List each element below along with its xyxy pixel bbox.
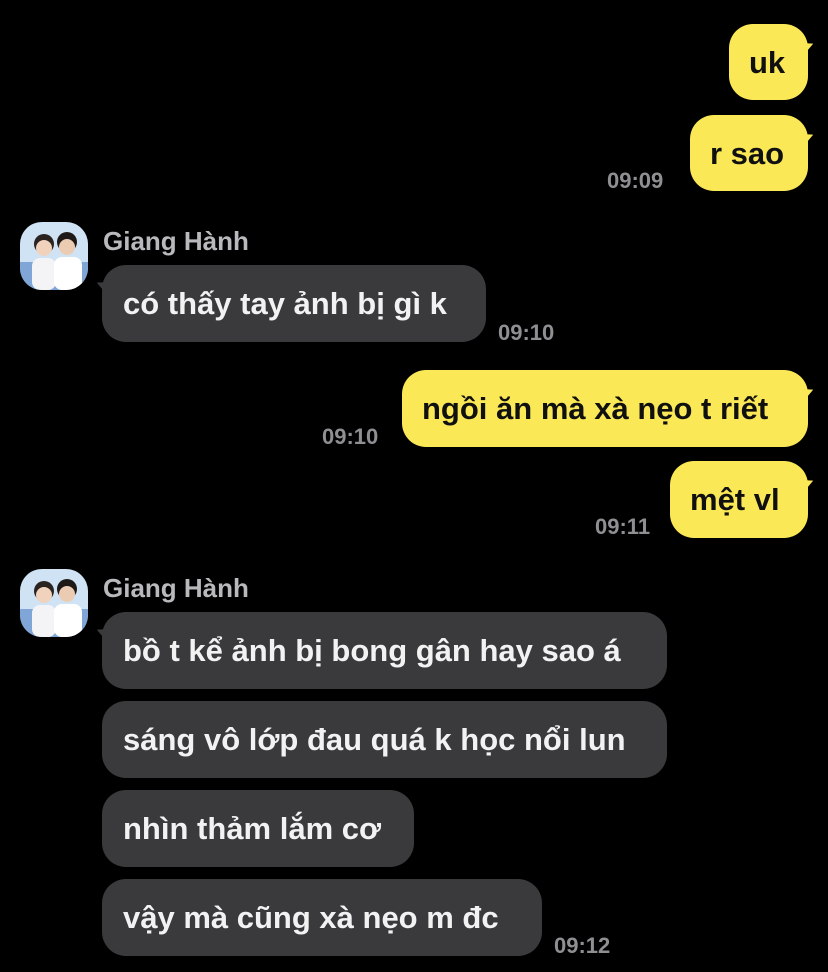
message-timestamp: 09:10 [322, 424, 379, 449]
message-bubble-sent[interactable]: mệt vl [670, 461, 808, 538]
message-timestamp: 09:09 [607, 168, 664, 193]
message-text: có thấy tay ảnh bị gì k [123, 286, 447, 321]
sender-name: Giang Hành [103, 573, 249, 603]
sender-name: Giang Hành [103, 226, 249, 256]
message-text: mệt vl [690, 482, 780, 517]
profile-photo-avatar [20, 222, 88, 290]
message-bubble-received[interactable]: vậy mà cũng xà nẹo m đc [102, 879, 542, 956]
chat-view[interactable]: uk r sao 09:09 Giang Hành có thấy tay ản… [0, 0, 828, 972]
message-bubble-sent[interactable]: ngồi ăn mà xà nẹo t riết [402, 370, 808, 447]
message-text: uk [749, 44, 786, 80]
message-bubble-sent[interactable]: uk [729, 24, 808, 100]
avatar[interactable] [20, 222, 88, 290]
message-text: r sao [710, 135, 785, 171]
message-timestamp: 09:12 [554, 933, 611, 958]
message-text: ngồi ăn mà xà nẹo t riết [422, 391, 769, 426]
message-bubble-sent[interactable]: r sao [690, 115, 808, 191]
message-bubble-received[interactable]: bồ t kể ảnh bị bong gân hay sao á [102, 612, 667, 689]
message-bubble-received[interactable]: nhìn thảm lắm cơ [102, 790, 414, 867]
message-timestamp: 09:11 [595, 514, 651, 539]
message-timestamp: 09:10 [498, 320, 555, 345]
message-text: bồ t kể ảnh bị bong gân hay sao á [123, 633, 621, 668]
message-bubble-received[interactable]: có thấy tay ảnh bị gì k [102, 265, 486, 342]
message-text: nhìn thảm lắm cơ [123, 811, 382, 846]
message-text: vậy mà cũng xà nẹo m đc [123, 900, 499, 935]
message-bubble-received[interactable]: sáng vô lớp đau quá k học nổi lun [102, 701, 667, 778]
profile-photo-avatar [20, 569, 88, 637]
avatar[interactable] [20, 569, 88, 637]
message-text: sáng vô lớp đau quá k học nổi lun [123, 722, 626, 757]
